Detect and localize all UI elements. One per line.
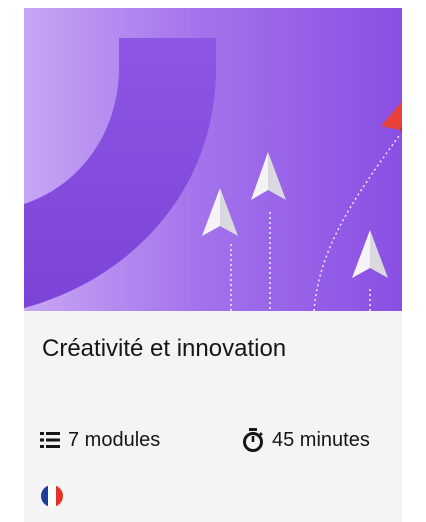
list-icon — [40, 431, 60, 449]
course-duration: 45 minutes — [242, 426, 370, 454]
module-count-label: 7 modules — [68, 428, 161, 451]
course-card[interactable]: Créativité et innovation 7 modules 45 mi… — [24, 8, 402, 522]
course-duration-label: 45 minutes — [272, 428, 370, 451]
course-title[interactable]: Créativité et innovation — [42, 333, 286, 365]
france-flag-icon — [41, 485, 63, 507]
stopwatch-icon — [242, 428, 264, 452]
module-count: 7 modules — [40, 426, 160, 454]
course-thumbnail — [24, 8, 402, 311]
